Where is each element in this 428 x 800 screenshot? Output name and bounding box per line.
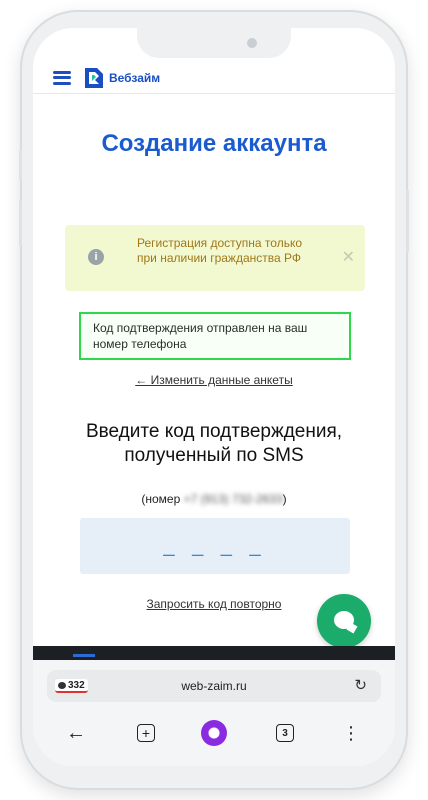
browser-bar: 332 web-zaim.ru ↻ ← + 3 ⋮: [33, 660, 395, 766]
phone-number-line: (номер +7 (913) 732-2633): [33, 492, 395, 506]
site-logo[interactable]: Вебзайм: [83, 66, 160, 90]
logo-icon: [85, 67, 103, 88]
citizenship-notice: i Регистрация доступна только при наличи…: [65, 225, 365, 291]
arrow-left-icon[interactable]: ←: [63, 718, 89, 748]
edit-profile-link[interactable]: ← Изменить данные анкеты: [33, 373, 395, 387]
info-icon: i: [88, 249, 104, 265]
phone-prefix: (номер: [141, 492, 184, 506]
enter-code-heading: Введите код подтверждения, полученный по…: [85, 421, 343, 466]
reload-icon[interactable]: ↻: [354, 676, 367, 694]
phone-side-button: [406, 190, 409, 252]
browser-nav: ← + 3 ⋮: [33, 718, 395, 748]
alice-icon[interactable]: [201, 720, 227, 746]
code-sent-message: Код подтверждения отправлен на ваш номер…: [79, 312, 351, 360]
notice-text: Регистрация доступна только при наличии …: [137, 236, 303, 265]
sms-code-input[interactable]: _ _ _ _: [80, 518, 350, 574]
phone-screen: Вебзайм Создание аккаунта i Регистрация …: [33, 28, 395, 766]
phone-side-button: [19, 150, 22, 180]
phone-notch: [137, 28, 291, 58]
phone-side-button: [19, 200, 22, 246]
close-icon[interactable]: ✕: [342, 247, 355, 267]
logo-text: Вебзайм: [109, 70, 161, 85]
masked-phone: +7 (913) 732-2633: [183, 492, 283, 506]
site-header: Вебзайм: [33, 62, 395, 94]
chat-bubble-icon: [334, 611, 354, 629]
plus-icon[interactable]: +: [137, 724, 155, 742]
more-vertical-icon[interactable]: ⋮: [342, 718, 360, 748]
camera: [247, 38, 257, 48]
tabs-count-button[interactable]: 3: [276, 724, 294, 742]
url-text: web-zaim.ru: [181, 679, 247, 693]
footer-accent: [73, 654, 95, 657]
address-bar[interactable]: 332 web-zaim.ru ↻: [47, 670, 381, 702]
phone-suffix: ): [282, 492, 287, 506]
page-title: Создание аккаунта: [101, 130, 327, 157]
chat-button[interactable]: [317, 594, 371, 648]
hamburger-icon[interactable]: [53, 70, 71, 85]
